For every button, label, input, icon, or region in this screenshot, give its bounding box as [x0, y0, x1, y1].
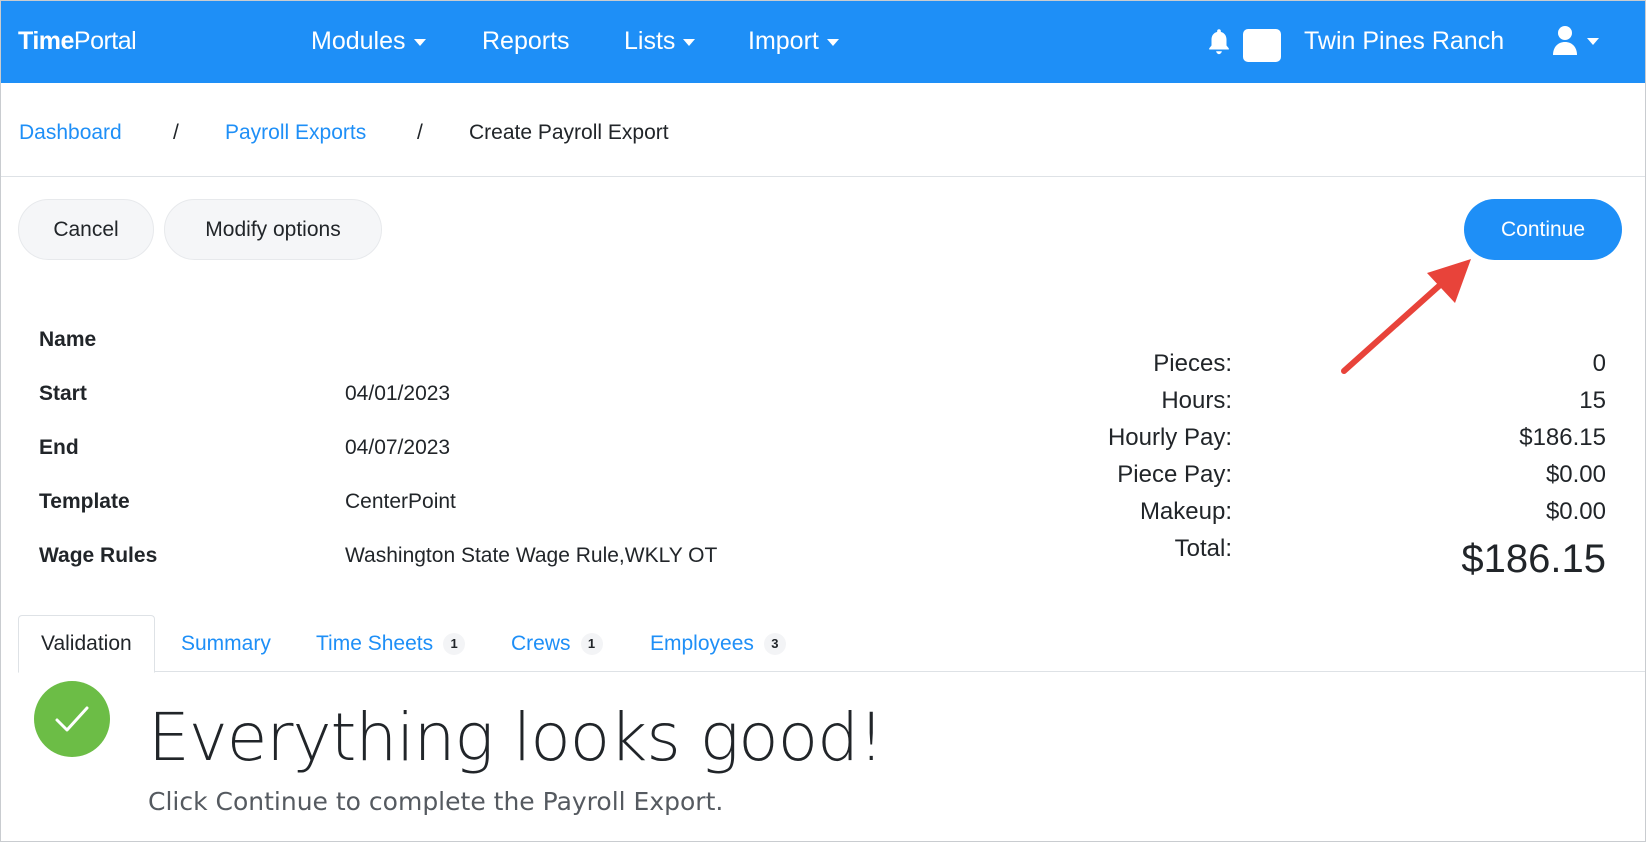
tab-time-sheets[interactable]: Time Sheets 1	[316, 615, 466, 672]
validation-message: Click Continue to complete the Payroll E…	[148, 787, 724, 816]
total-value-total: $186.15	[1461, 537, 1606, 581]
brand-regular: Portal	[73, 27, 137, 55]
tab-validation-label: Validation	[41, 632, 132, 655]
detail-value-wage-rules: Washington State Wage Rule,WKLY OT	[345, 544, 718, 567]
check-circle-icon	[34, 681, 110, 757]
chevron-down-icon	[413, 39, 426, 46]
breadcrumb-current: Create Payroll Export	[469, 121, 669, 144]
chevron-down-icon	[1587, 37, 1599, 45]
count-badge: 1	[443, 632, 466, 655]
user-menu[interactable]	[1553, 25, 1599, 55]
nav-reports-label: Reports	[482, 27, 570, 55]
detail-value-start: 04/01/2023	[345, 382, 451, 405]
total-value-pieces: 0	[1592, 350, 1606, 377]
tab-employees[interactable]: Employees 3	[650, 615, 786, 672]
count-badge: 1	[580, 632, 603, 655]
breadcrumb-dashboard[interactable]: Dashboard	[19, 121, 122, 145]
tab-summary[interactable]: Summary	[181, 615, 271, 672]
detail-value-end: 04/07/2023	[345, 436, 451, 459]
breadcrumb-separator: /	[417, 121, 423, 144]
tab-crews[interactable]: Crews 1	[511, 615, 603, 672]
tab-bar: Validation Summary Time Sheets 1 Crews 1…	[18, 615, 1645, 673]
detail-label-template: Template	[39, 490, 130, 513]
nav-import[interactable]: Import	[748, 27, 839, 56]
continue-button[interactable]: Continue	[1464, 199, 1622, 260]
organization-name[interactable]: Twin Pines Ranch	[1304, 27, 1504, 56]
total-value-makeup: $0.00	[1545, 498, 1606, 525]
detail-label-end: End	[39, 436, 79, 459]
top-navbar: TimePortal Modules Reports Lists Import …	[1, 1, 1645, 83]
detail-label-name: Name	[39, 328, 97, 351]
checkmark-icon	[55, 706, 89, 732]
brand-bold: Time	[18, 27, 74, 55]
brand-logo[interactable]: TimePortal	[18, 27, 137, 56]
detail-value-template: CenterPoint	[345, 490, 456, 513]
breadcrumb-payroll-exports[interactable]: Payroll Exports	[225, 121, 366, 145]
breadcrumb-separator: /	[173, 121, 179, 144]
bell-icon[interactable]	[1205, 27, 1233, 57]
tab-employees-label: Employees	[650, 631, 754, 655]
detail-label-start: Start	[39, 382, 87, 405]
red-arrow-icon	[1341, 259, 1471, 374]
chevron-down-icon	[683, 39, 696, 46]
tab-crews-label: Crews	[511, 631, 571, 655]
notification-badge-box[interactable]	[1243, 29, 1281, 62]
total-label-hourly-pay: Hourly Pay:	[1107, 424, 1232, 451]
nav-import-label: Import	[748, 27, 819, 55]
nav-modules-label: Modules	[311, 27, 406, 55]
nav-lists-label: Lists	[624, 27, 676, 55]
count-badge: 3	[763, 632, 786, 655]
nav-lists[interactable]: Lists	[624, 27, 696, 56]
nav-reports[interactable]: Reports	[482, 27, 570, 56]
total-value-hourly-pay: $186.15	[1519, 424, 1606, 451]
total-label-hours: Hours:	[1161, 387, 1232, 414]
detail-label-wage-rules: Wage Rules	[39, 544, 158, 567]
total-label-pieces: Pieces:	[1153, 350, 1232, 377]
tab-summary-label: Summary	[181, 631, 271, 655]
total-label-makeup: Makeup:	[1139, 498, 1232, 525]
tab-validation[interactable]: Validation	[18, 615, 155, 673]
total-value-piece-pay: $0.00	[1545, 461, 1606, 488]
total-value-hours: 15	[1579, 387, 1606, 414]
cancel-button[interactable]: Cancel	[18, 199, 154, 260]
nav-modules[interactable]: Modules	[311, 27, 426, 56]
total-label-piece-pay: Piece Pay:	[1117, 461, 1232, 488]
modify-options-button[interactable]: Modify options	[164, 199, 382, 260]
user-icon	[1553, 26, 1577, 55]
validation-headline: Everything looks good!	[148, 699, 884, 776]
total-label-total: Total:	[1174, 535, 1232, 562]
chevron-down-icon	[826, 39, 839, 46]
tab-time-sheets-label: Time Sheets	[316, 631, 434, 655]
breadcrumb: Dashboard / Payroll Exports / Create Pay…	[1, 83, 1645, 177]
